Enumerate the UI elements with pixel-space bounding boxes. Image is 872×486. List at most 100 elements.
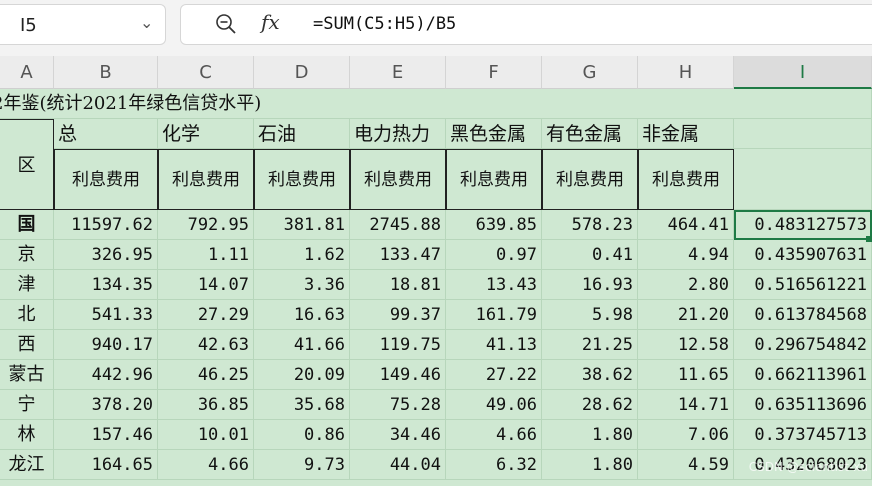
column-header-f[interactable]: F xyxy=(446,56,542,89)
cell-d-row1[interactable]: 381.81 xyxy=(254,210,350,240)
subheader-g[interactable]: 利息费用 xyxy=(542,149,638,210)
subheader-d[interactable]: 利息费用 xyxy=(254,149,350,210)
cell-b-row7[interactable]: 378.20 xyxy=(54,390,158,420)
cell-e-row5[interactable]: 119.75 xyxy=(350,330,446,360)
cell-e-row9[interactable]: 44.04 xyxy=(350,450,446,480)
cell-g-row7[interactable]: 28.62 xyxy=(542,390,638,420)
cell-d-row7[interactable]: 35.68 xyxy=(254,390,350,420)
cell-region-row9[interactable]: 龙江 xyxy=(0,450,54,480)
spreadsheet-grid[interactable]: ABCDEFGHI 2年鉴(统计2021年绿色信贷水平) 区总化学 石油 电力热力 黑色… xyxy=(0,56,872,486)
header-g[interactable]: 有色金属 xyxy=(542,119,638,149)
cell-h-row6[interactable]: 11.65 xyxy=(638,360,734,390)
cell-region-row4[interactable]: 北 xyxy=(0,300,54,330)
cell-h-row2[interactable]: 4.94 xyxy=(638,240,734,270)
formula-input[interactable]: =SUM(C5:H5)/B5 xyxy=(313,14,456,34)
cell-c-row5[interactable]: 42.63 xyxy=(158,330,254,360)
cell-g-row2[interactable]: 0.41 xyxy=(542,240,638,270)
cell-i1[interactable] xyxy=(734,89,872,119)
cell-region-row8[interactable]: 林 xyxy=(0,420,54,450)
cell-c-row3[interactable]: 14.07 xyxy=(158,270,254,300)
cell-d-row9[interactable]: 9.73 xyxy=(254,450,350,480)
cell-h-row4[interactable]: 21.20 xyxy=(638,300,734,330)
header-d[interactable]: 石油 xyxy=(254,119,350,149)
cell-d-row6[interactable]: 20.09 xyxy=(254,360,350,390)
cell-region-row7[interactable]: 宁 xyxy=(0,390,54,420)
cell-h-row9[interactable]: 4.59 xyxy=(638,450,734,480)
cell-i-row2[interactable]: 0.435907631 xyxy=(734,240,872,270)
function-icon[interactable]: fx xyxy=(261,10,280,34)
cell-d-row3[interactable]: 3.36 xyxy=(254,270,350,300)
cell-region-row6[interactable]: 蒙古 xyxy=(0,360,54,390)
cell-h-row1[interactable]: 464.41 xyxy=(638,210,734,240)
cell-h-row5[interactable]: 12.58 xyxy=(638,330,734,360)
cell-i-row8[interactable]: 0.373745713 xyxy=(734,420,872,450)
cell-g-row9[interactable]: 1.80 xyxy=(542,450,638,480)
cell-f-row6[interactable]: 27.22 xyxy=(446,360,542,390)
cell-i-row6[interactable]: 0.662113961 xyxy=(734,360,872,390)
cell-region-row5[interactable]: 西 xyxy=(0,330,54,360)
subheader-b[interactable]: 利息费用 xyxy=(54,149,158,210)
column-header-i[interactable]: I xyxy=(734,56,872,89)
cell-b-row6[interactable]: 442.96 xyxy=(54,360,158,390)
column-header-h[interactable]: H xyxy=(638,56,734,89)
cell-region-row1[interactable]: 国 xyxy=(0,210,54,240)
cell-b-row9[interactable]: 164.65 xyxy=(54,450,158,480)
cell-e-row6[interactable]: 149.46 xyxy=(350,360,446,390)
header-h[interactable]: 非金属 xyxy=(638,119,734,149)
cell-e-row4[interactable]: 99.37 xyxy=(350,300,446,330)
cell-c-row6[interactable]: 46.25 xyxy=(158,360,254,390)
subheader-h[interactable]: 利息费用 xyxy=(638,149,734,210)
cell-h-row8[interactable]: 7.06 xyxy=(638,420,734,450)
cell-g-row1[interactable]: 578.23 xyxy=(542,210,638,240)
cell-e-row7[interactable]: 75.28 xyxy=(350,390,446,420)
subheader-e[interactable]: 利息费用 xyxy=(350,149,446,210)
cell-d-row2[interactable]: 1.62 xyxy=(254,240,350,270)
cell-e-row1[interactable]: 2745.88 xyxy=(350,210,446,240)
cell-f-row7[interactable]: 49.06 xyxy=(446,390,542,420)
cell-b-row4[interactable]: 541.33 xyxy=(54,300,158,330)
cell-c-row4[interactable]: 27.29 xyxy=(158,300,254,330)
cell-f-row4[interactable]: 161.79 xyxy=(446,300,542,330)
cell-d-row4[interactable]: 16.63 xyxy=(254,300,350,330)
cell-f-row2[interactable]: 0.97 xyxy=(446,240,542,270)
cell-i-row5[interactable]: 0.296754842 xyxy=(734,330,872,360)
fill-handle[interactable] xyxy=(866,236,872,242)
cell-g-row6[interactable]: 38.62 xyxy=(542,360,638,390)
cell-h-row7[interactable]: 14.71 xyxy=(638,390,734,420)
column-header-c[interactable]: C xyxy=(158,56,254,89)
column-header-b[interactable]: B xyxy=(54,56,158,89)
cell-f-row5[interactable]: 41.13 xyxy=(446,330,542,360)
cell-i-row3[interactable]: 0.516561221 xyxy=(734,270,872,300)
cell-h-row3[interactable]: 2.80 xyxy=(638,270,734,300)
cell-g-row5[interactable]: 21.25 xyxy=(542,330,638,360)
column-header-d[interactable]: D xyxy=(254,56,350,89)
formula-bar[interactable]: fx =SUM(C5:H5)/B5 xyxy=(180,4,872,45)
cell-c-row9[interactable]: 4.66 xyxy=(158,450,254,480)
cell-b-row8[interactable]: 157.46 xyxy=(54,420,158,450)
cell-i-row4[interactable]: 0.613784568 xyxy=(734,300,872,330)
header-e[interactable]: 电力热力 xyxy=(350,119,446,149)
cell-b-row5[interactable]: 940.17 xyxy=(54,330,158,360)
cell-c-row2[interactable]: 1.11 xyxy=(158,240,254,270)
column-header-g[interactable]: G xyxy=(542,56,638,89)
cell-c-row1[interactable]: 792.95 xyxy=(158,210,254,240)
sheet-title[interactable]: 2年鉴(统计2021年绿色信贷水平) xyxy=(0,89,734,119)
cell-b-row3[interactable]: 134.35 xyxy=(54,270,158,300)
chevron-down-icon[interactable]: ⌄ xyxy=(140,13,153,32)
cell-region-row2[interactable]: 京 xyxy=(0,240,54,270)
cell-f-row3[interactable]: 13.43 xyxy=(446,270,542,300)
cell-g-row4[interactable]: 5.98 xyxy=(542,300,638,330)
cell-region-row3[interactable]: 津 xyxy=(0,270,54,300)
name-box[interactable]: I5 ⌄ xyxy=(0,4,166,45)
header-region[interactable]: 区 xyxy=(0,119,54,210)
cell-b-row2[interactable]: 326.95 xyxy=(54,240,158,270)
cell-i3[interactable] xyxy=(734,149,872,210)
cell-i-row7[interactable]: 0.635113696 xyxy=(734,390,872,420)
cell-f-row8[interactable]: 4.66 xyxy=(446,420,542,450)
cell-g-row8[interactable]: 1.80 xyxy=(542,420,638,450)
subheader-f[interactable]: 利息费用 xyxy=(446,149,542,210)
subheader-c[interactable]: 利息费用 xyxy=(158,149,254,210)
zoom-out-icon[interactable] xyxy=(215,13,237,35)
cell-g-row3[interactable]: 16.93 xyxy=(542,270,638,300)
cell-i2[interactable] xyxy=(734,119,872,149)
